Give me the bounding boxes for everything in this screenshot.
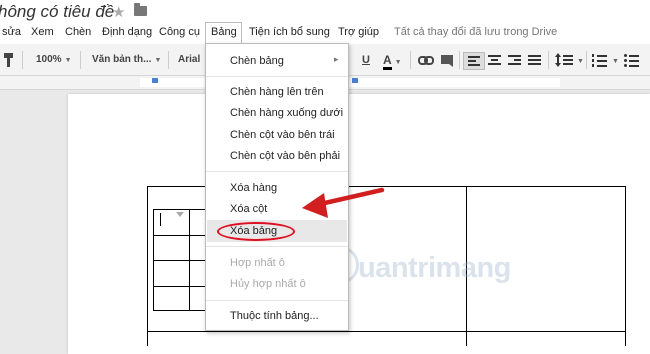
table-line [153,209,205,210]
menu-tools[interactable]: Công cụ [159,26,200,38]
menu-addons[interactable]: Tiện ích bổ sung [249,26,330,38]
menu-bar: sửa Xem Chèn Định dạng Công cụ Bảng Tiện… [0,22,650,44]
table-line [625,186,626,346]
save-status: Tất cả thay đổi đã lưu trong Drive [394,26,558,38]
zoom-select[interactable]: 100% ▼ [36,50,72,70]
toolbar-divider [80,51,81,69]
annotation-ellipse [217,222,295,241]
folder-icon[interactable] [134,3,147,16]
menu-item-table-properties[interactable]: Thuộc tính bảng... [230,310,319,322]
menu-help[interactable]: Trợ giúp [338,26,379,38]
paint-format-icon[interactable] [2,53,14,67]
annotation-arrow-icon [302,187,385,218]
comment-icon[interactable] [441,55,453,67]
cell-dropdown-icon[interactable] [176,212,184,218]
menu-format[interactable]: Định dạng [102,26,152,38]
table-line [153,286,205,287]
menu-separator [206,171,348,172]
star-icon[interactable]: ★ [112,3,125,21]
line-spacing-icon[interactable] [555,53,573,67]
menu-item-unmerge-cells[interactable]: Hủy hợp nhất ô [230,278,306,290]
font-value: Arial [178,54,201,65]
menu-item-merge-cells[interactable]: Hợp nhất ô [230,257,285,269]
title-bar: hông có tiêu đề ★ [0,0,650,22]
link-icon[interactable] [418,56,434,65]
justify-icon[interactable] [528,55,542,67]
toolbar-divider [459,51,460,69]
table-line [153,235,205,236]
menu-item-insert-row-above[interactable]: Chèn hàng lên trên [230,86,324,98]
menu-view[interactable]: Xem [31,26,54,38]
menu-item-delete-column[interactable]: Xóa cột [230,203,267,215]
zoom-value: 100% [36,54,62,65]
toolbar-divider [22,51,23,69]
document-title[interactable]: hông có tiêu đề [0,2,114,22]
underline-button[interactable]: U [362,50,370,70]
toolbar-divider [548,51,549,69]
font-select[interactable]: Arial [178,50,200,70]
watermark-text: uantrimang [358,252,511,284]
table-line [147,186,148,346]
toolbar-divider [586,51,587,69]
toolbar-divider [168,51,169,69]
menu-table[interactable]: Bảng [211,26,237,38]
menu-insert[interactable]: Chèn [65,26,91,38]
bulleted-list-icon[interactable] [624,53,640,67]
table-line [189,209,190,311]
menu-edit[interactable]: sửa [2,26,21,38]
chevron-down-icon: ▼ [394,59,402,66]
menu-item-insert-row-below[interactable]: Chèn hàng xuống dưới [230,107,343,119]
table-line [153,260,205,261]
align-right-icon[interactable] [508,55,522,67]
style-value: Văn bản th... [92,54,152,65]
style-select[interactable]: Văn bản th... ▼ [92,50,161,70]
align-left-button[interactable] [463,52,485,70]
table-line [153,209,154,311]
chevron-down-icon: ▼ [612,58,619,65]
chevron-down-icon: ▼ [154,57,162,64]
text-cursor [160,213,161,226]
menu-item-delete-row[interactable]: Xóa hàng [230,182,277,194]
menu-separator [206,300,348,301]
toolbar-divider [410,51,411,69]
numbered-list-icon[interactable] [592,53,608,67]
indent-marker-icon[interactable] [152,78,158,83]
text-color-button[interactable]: A ▼ [383,50,402,70]
menu-item-insert-table[interactable]: Chèn bảng [230,55,284,67]
chevron-down-icon: ▼ [577,58,584,65]
menu-separator [206,76,348,77]
indent-marker-icon[interactable] [352,78,358,83]
chevron-down-icon: ▼ [64,57,72,64]
align-center-icon[interactable] [488,55,502,67]
menu-item-insert-column-left[interactable]: Chèn cột vào bên trái [230,129,335,141]
submenu-arrow-icon: ▸ [334,54,339,64]
align-left-icon [468,56,480,66]
ruler-area [140,78,560,87]
menu-separator [206,246,348,247]
menu-item-insert-column-right[interactable]: Chèn cột vào bên phải [230,150,340,162]
table-line [153,310,205,311]
text-color-label: A [383,53,392,70]
table-line [147,331,625,332]
